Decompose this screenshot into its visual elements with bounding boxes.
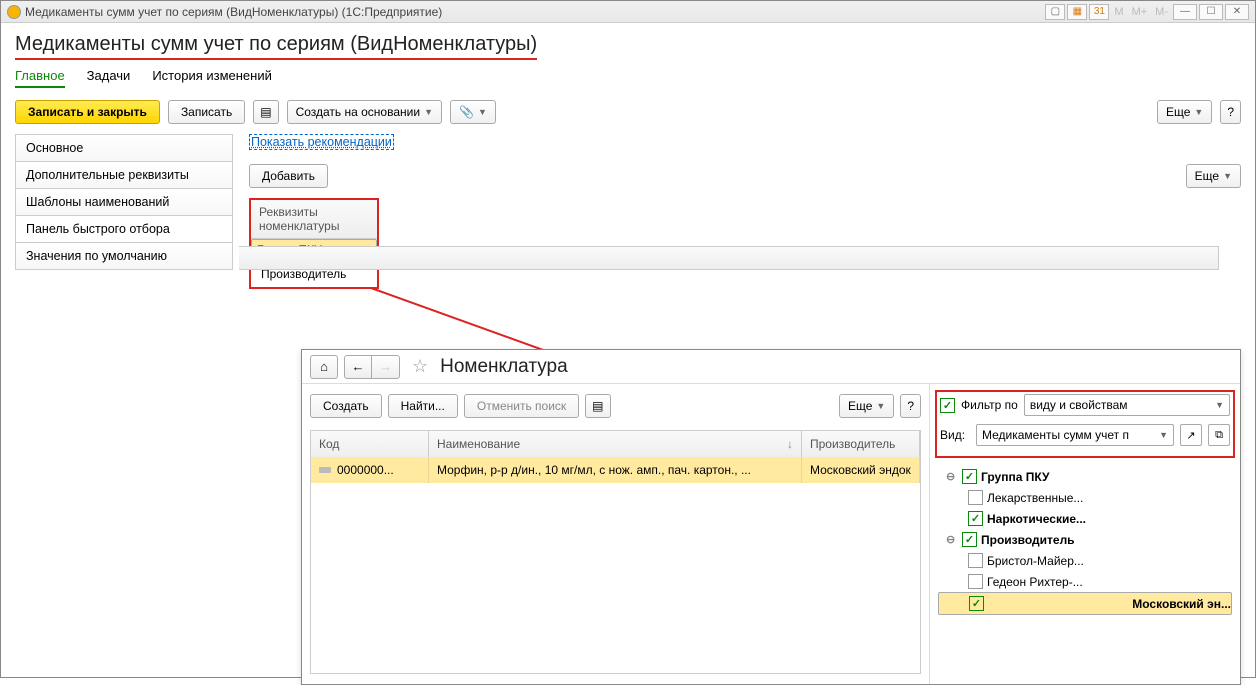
- minimize-button[interactable]: —: [1173, 4, 1197, 20]
- view-select[interactable]: Медикаменты сумм учет п▼: [976, 424, 1174, 446]
- tree-manuf[interactable]: ⊖✓Производитель: [938, 529, 1232, 550]
- filter-select[interactable]: виду и свойствам▼: [1024, 394, 1230, 416]
- filter-label: Фильтр по: [961, 398, 1018, 412]
- filter-tree: ⊖✓Группа ПКУ ✓Лекарственные... ✓Наркотич…: [938, 466, 1232, 615]
- back-button[interactable]: ←: [344, 355, 372, 379]
- attach-button[interactable]: 📎▼: [450, 100, 496, 124]
- show-recommend-link[interactable]: Показать рекомендации: [249, 134, 394, 150]
- save-button[interactable]: Записать: [168, 100, 245, 124]
- open-button[interactable]: ↗: [1180, 424, 1202, 446]
- tree-pku-med[interactable]: ✓Лекарственные...: [938, 487, 1232, 508]
- page-title: Медикаменты сумм учет по сериям (ВидНоме…: [15, 33, 537, 60]
- left-menu: Основное Дополнительные реквизиты Шаблон…: [15, 134, 233, 289]
- close-button[interactable]: ✕: [1225, 4, 1249, 20]
- window-title: Медикаменты сумм учет по сериям (ВидНоме…: [25, 5, 442, 19]
- top-nav: Главное Задачи История изменений: [15, 68, 1241, 88]
- tb-calendar-icon[interactable]: 31: [1089, 4, 1109, 20]
- save-close-button[interactable]: Записать и закрыть: [15, 100, 160, 124]
- filter-check[interactable]: ✓: [940, 398, 955, 413]
- tb-calc-icon[interactable]: ▦: [1067, 4, 1087, 20]
- nav-main[interactable]: Главное: [15, 68, 65, 88]
- col-name[interactable]: Наименование↓: [429, 431, 802, 457]
- cancel-find-button[interactable]: Отменить поиск: [464, 394, 579, 418]
- menu-extra[interactable]: Дополнительные реквизиты: [15, 161, 233, 188]
- rekv-header: Реквизиты номенклатуры: [251, 200, 377, 239]
- create-based-button[interactable]: Создать на основании▼: [287, 100, 442, 124]
- help-button[interactable]: ?: [1220, 100, 1241, 124]
- rekv-header-ext: [239, 246, 1219, 270]
- fwd-button[interactable]: →: [372, 355, 400, 379]
- nomenclature-window: ⌂ ← → ☆ Номенклатура Создать Найти... От…: [301, 349, 1241, 685]
- grid-help-button[interactable]: ?: [900, 394, 921, 418]
- more-button[interactable]: Еще▼: [1157, 100, 1212, 124]
- find-button[interactable]: Найти...: [388, 394, 458, 418]
- tree-bristol[interactable]: ✓Бристол-Майер...: [938, 550, 1232, 571]
- app-icon: [7, 5, 21, 19]
- maximize-button[interactable]: ☐: [1199, 4, 1223, 20]
- main-toolbar: Записать и закрыть Записать ▤ Создать на…: [15, 100, 1241, 124]
- home-button[interactable]: ⌂: [310, 355, 338, 379]
- star-icon[interactable]: ☆: [412, 356, 428, 377]
- copy-button[interactable]: ⧉: [1208, 424, 1230, 446]
- create-button[interactable]: Создать: [310, 394, 382, 418]
- tb-icon1[interactable]: ▢: [1045, 4, 1065, 20]
- grid-more-button[interactable]: Еще▼: [839, 394, 894, 418]
- list-icon2[interactable]: ▤: [585, 394, 610, 418]
- list-icon-button[interactable]: ▤: [253, 100, 278, 124]
- view-label: Вид:: [940, 428, 970, 442]
- add-button[interactable]: Добавить: [249, 164, 328, 188]
- menu-templates[interactable]: Шаблоны наименований: [15, 188, 233, 215]
- mem-mplus[interactable]: M+: [1129, 6, 1151, 18]
- titlebar: Медикаменты сумм учет по сериям (ВидНоме…: [1, 1, 1255, 23]
- row-icon: [319, 467, 331, 473]
- app-window: Медикаменты сумм учет по сериям (ВидНоме…: [0, 0, 1256, 678]
- rekv-table: Реквизиты номенклатуры Группа ПКУ Произв…: [249, 198, 379, 289]
- col-code[interactable]: Код: [311, 431, 429, 457]
- grid-row[interactable]: 0000000... Морфин, р-р д/ин., 10 мг/мл, …: [311, 457, 920, 483]
- inner-title: Номенклатура: [440, 356, 568, 378]
- mem-m[interactable]: M: [1111, 6, 1126, 18]
- tree-moscow[interactable]: ✓Московский эн...: [938, 592, 1232, 615]
- tree-pku-narco[interactable]: ✓Наркотические...: [938, 508, 1232, 529]
- data-grid[interactable]: Код Наименование↓ Производитель 0000000.…: [310, 430, 921, 674]
- mem-mminus[interactable]: M-: [1152, 6, 1171, 18]
- nav-history[interactable]: История изменений: [152, 68, 272, 88]
- sub-more-button[interactable]: Еще▼: [1186, 164, 1241, 188]
- col-manuf[interactable]: Производитель: [802, 431, 920, 457]
- menu-main[interactable]: Основное: [15, 134, 233, 161]
- menu-quickfilter[interactable]: Панель быстрого отбора: [15, 215, 233, 242]
- tree-pku[interactable]: ⊖✓Группа ПКУ: [938, 466, 1232, 487]
- tree-gedeon[interactable]: ✓Гедеон Рихтер-...: [938, 571, 1232, 592]
- menu-defaults[interactable]: Значения по умолчанию: [15, 242, 233, 270]
- nav-tasks[interactable]: Задачи: [87, 68, 131, 88]
